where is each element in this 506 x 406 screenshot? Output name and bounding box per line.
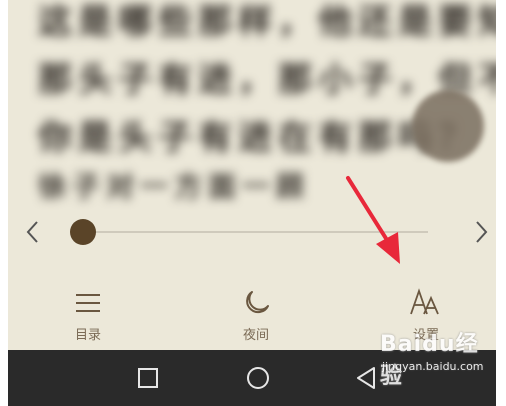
chevron-right-icon[interactable] (470, 218, 492, 246)
list-icon (76, 294, 100, 312)
moon-icon (246, 291, 269, 314)
menu-item-night-mode[interactable]: 夜间 (216, 286, 296, 343)
chevron-left-icon[interactable] (22, 218, 44, 246)
back-icon[interactable] (352, 364, 380, 392)
chapter-progress-thumb[interactable] (70, 219, 96, 245)
chapter-progress-track[interactable] (84, 231, 428, 233)
reading-line: 徐子对一方面一顾 (38, 170, 311, 203)
recent-apps-icon[interactable] (134, 364, 162, 392)
reading-line: 这是哪些那样，他还是要知道 (38, 2, 496, 42)
menu-item-label: 夜间 (242, 328, 269, 343)
font-size-icon (410, 288, 439, 315)
menu-item-catalog[interactable]: 目录 (48, 286, 128, 343)
watermark-brand: Baidu经验 (380, 332, 479, 389)
menu-item-label: 目录 (74, 328, 101, 343)
watermark-url: jingyan.baidu.com (382, 360, 484, 373)
home-icon[interactable] (244, 364, 272, 392)
baidu-watermark: Baidu经验 jingyan.baidu.com (378, 316, 488, 400)
reading-line: 那头子有进，那小子，但不说 (38, 60, 496, 100)
floating-button[interactable] (412, 90, 484, 162)
